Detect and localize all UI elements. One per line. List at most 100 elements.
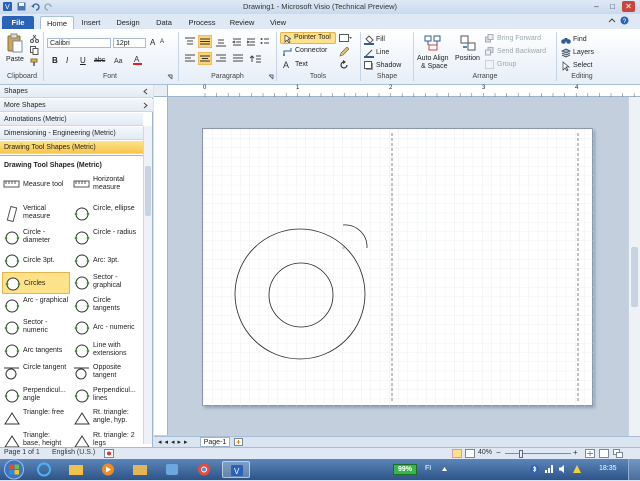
shapes-scrollbar[interactable] xyxy=(143,126,152,444)
align-left-icon[interactable] xyxy=(184,54,196,64)
scroll-thumb[interactable] xyxy=(145,166,151,216)
zoom-in-button[interactable]: + xyxy=(573,448,578,457)
shape-item[interactable]: Rt. triangle: angle, hyp. xyxy=(72,407,140,429)
shape-item[interactable]: Arc tangents xyxy=(2,340,70,362)
font-size-select[interactable]: 12pt xyxy=(113,38,146,48)
tab-process[interactable]: Process xyxy=(184,16,220,29)
layers-button[interactable]: Layers xyxy=(573,49,594,56)
shape-item[interactable]: Circle - radius xyxy=(72,227,140,249)
line-icon[interactable] xyxy=(364,48,374,58)
paste-icon[interactable] xyxy=(7,33,23,53)
language[interactable]: English (U.S.) xyxy=(52,449,95,456)
shadow-icon[interactable] xyxy=(364,61,374,71)
font-case-icon[interactable]: Aa xyxy=(114,55,124,65)
increase-indent-icon[interactable] xyxy=(246,37,256,47)
align-middle-icon[interactable] xyxy=(198,35,212,48)
strikethrough-button[interactable]: abc xyxy=(94,57,105,64)
tab-design[interactable]: Design xyxy=(112,16,144,29)
auto-align-button[interactable]: Auto Align xyxy=(417,55,449,62)
network-icon[interactable] xyxy=(544,464,554,474)
minimize-ribbon-icon[interactable] xyxy=(608,17,616,25)
collapse-pane-icon[interactable] xyxy=(142,88,149,95)
format-painter-icon[interactable] xyxy=(30,58,39,67)
binoculars-icon[interactable] xyxy=(561,35,571,45)
shape-item[interactable]: Arc - numeric xyxy=(72,317,140,339)
shrink-font-button[interactable]: A xyxy=(160,39,164,45)
shape-item[interactable]: Circle - diameter xyxy=(2,227,70,249)
select-cursor-icon[interactable] xyxy=(561,61,571,71)
align-top-icon[interactable] xyxy=(184,37,196,47)
shape-item[interactable]: Sector - graphical xyxy=(72,272,140,294)
taskbar-ie[interactable] xyxy=(30,461,58,478)
taskbar-chrome[interactable] xyxy=(190,461,218,478)
taskbar-visio[interactable]: V xyxy=(222,461,250,478)
shape-item[interactable]: Circles xyxy=(2,272,70,294)
fill-button[interactable]: Fill xyxy=(376,36,385,43)
tab-review[interactable]: Review xyxy=(226,16,258,29)
taskbar-explorer[interactable] xyxy=(62,461,90,478)
keyboard-language[interactable]: FI xyxy=(425,465,431,472)
fill-icon[interactable] xyxy=(364,35,374,45)
switch-windows-icon[interactable] xyxy=(613,449,623,458)
zoom-slider[interactable] xyxy=(505,453,571,454)
text-tool-button[interactable]: Text xyxy=(295,61,308,68)
shape-item[interactable]: Circle tangent xyxy=(2,362,70,384)
tab-insert[interactable]: Insert xyxy=(76,16,106,29)
taskbar-folder[interactable] xyxy=(126,461,154,478)
clock[interactable]: 18:35 xyxy=(599,465,617,472)
paste-button[interactable]: Paste xyxy=(6,56,24,63)
connector-button[interactable]: Connector xyxy=(295,47,327,54)
shape-item[interactable]: Horizontal measure xyxy=(72,174,140,196)
minimize-button[interactable]: – xyxy=(590,1,603,12)
shadow-button[interactable]: Shadow xyxy=(376,62,401,69)
connector-icon[interactable] xyxy=(283,47,292,56)
page-nav-icon[interactable]: ◂◂◂▸▸ xyxy=(158,438,191,446)
maximize-button[interactable]: □ xyxy=(606,1,619,12)
more-shapes-item[interactable]: More Shapes xyxy=(0,99,153,112)
position-button[interactable]: Position xyxy=(455,55,480,62)
volume-icon[interactable] xyxy=(558,464,568,474)
tab-view[interactable]: View xyxy=(264,16,292,29)
macro-icon[interactable] xyxy=(104,449,114,458)
shape-item[interactable]: Arc: 3pt. xyxy=(72,250,140,272)
show-desktop-button[interactable] xyxy=(628,459,640,480)
zoom-out-button[interactable]: − xyxy=(496,448,501,457)
full-screen-icon[interactable] xyxy=(465,449,475,458)
tray-arrow-icon[interactable] xyxy=(440,464,449,474)
close-button[interactable]: ✕ xyxy=(622,1,635,12)
font-color-icon[interactable]: A xyxy=(132,54,144,66)
align-center-icon[interactable] xyxy=(198,52,212,65)
select-button[interactable]: Select xyxy=(573,62,592,69)
dialog-launcher-icon[interactable] xyxy=(167,74,173,80)
action-center-icon[interactable] xyxy=(572,464,582,474)
pan-zoom-icon[interactable] xyxy=(599,449,609,458)
scroll-thumb[interactable] xyxy=(631,247,638,307)
tab-data[interactable]: Data xyxy=(150,16,178,29)
insert-page-icon[interactable] xyxy=(234,438,244,446)
canvas-vertical-scrollbar[interactable] xyxy=(628,97,640,437)
taskbar-media[interactable] xyxy=(94,461,122,478)
text-direction-icon[interactable] xyxy=(250,54,262,64)
italic-button[interactable]: I xyxy=(66,56,68,65)
shape-item[interactable]: Circle tangents xyxy=(72,295,140,317)
shape-item[interactable]: Measure tool xyxy=(2,174,70,196)
grow-font-button[interactable]: A xyxy=(150,38,155,47)
underline-button[interactable]: U xyxy=(80,56,86,65)
help-icon[interactable]: ? xyxy=(620,16,629,25)
decrease-indent-icon[interactable] xyxy=(232,37,242,47)
tab-home[interactable]: Home xyxy=(40,16,74,29)
rotate-icon[interactable] xyxy=(339,60,349,70)
shape-item[interactable]: Arc - graphical xyxy=(2,295,70,317)
pencil-icon[interactable] xyxy=(339,47,349,57)
cut-icon[interactable] xyxy=(30,34,39,43)
shape-item[interactable]: Opposite tangent xyxy=(72,362,140,384)
normal-view-icon[interactable] xyxy=(452,449,462,458)
position-icon[interactable] xyxy=(459,34,477,52)
align-bottom-icon[interactable] xyxy=(215,37,227,47)
shape-item[interactable]: Vertical measure xyxy=(2,203,70,225)
bullets-icon[interactable] xyxy=(260,37,270,47)
stencil-annotations[interactable]: Annotations (Metric) xyxy=(0,113,143,126)
shape-item[interactable]: Line with extensions xyxy=(72,340,140,362)
stencil-dimensioning[interactable]: Dimensioning - Engineering (Metric) xyxy=(0,127,143,140)
shape-item[interactable]: Perpendicul... angle xyxy=(2,385,70,407)
